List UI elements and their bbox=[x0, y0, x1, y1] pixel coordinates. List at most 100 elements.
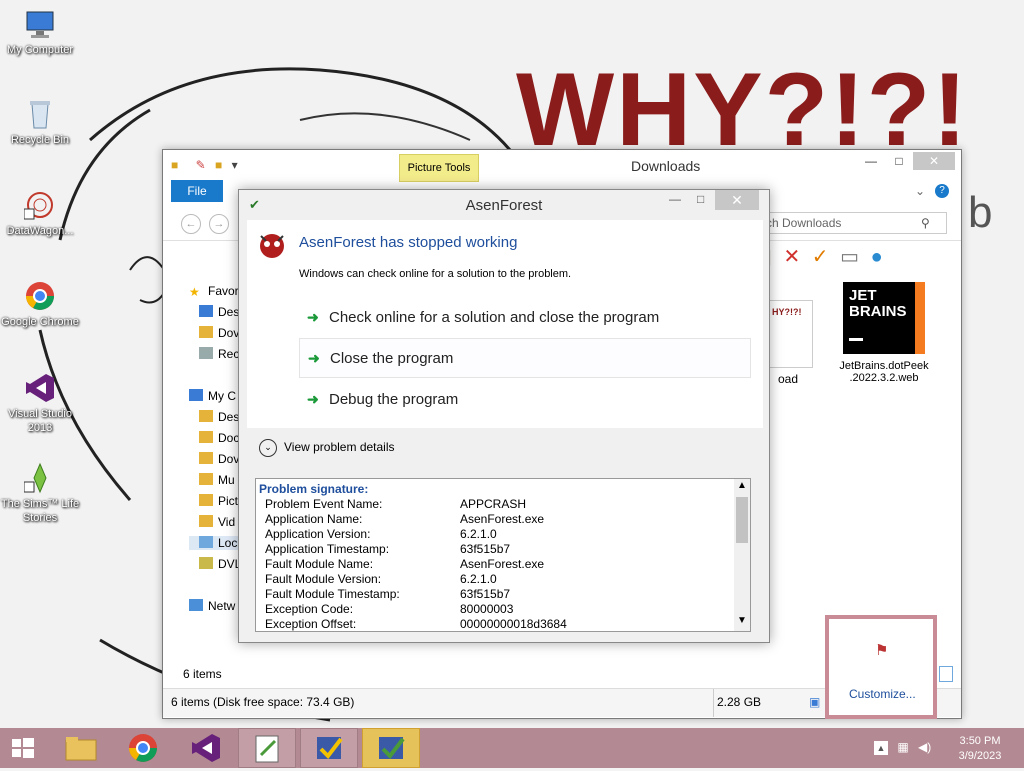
file-item[interactable]: JET BRAINS JetBrains.dotPeek .2022.3.2.w… bbox=[829, 278, 939, 384]
nav-desktop[interactable]: Des bbox=[199, 305, 239, 319]
minimize-button[interactable]: — bbox=[861, 152, 881, 170]
recycle-bin-icon bbox=[24, 98, 56, 130]
minimize-button[interactable]: — bbox=[669, 192, 681, 206]
wallpaper-headline: WHY?!?! bbox=[516, 52, 969, 168]
desktop-icon-visual-studio[interactable]: Visual Studio 2013 bbox=[0, 372, 80, 435]
nav-favorites[interactable]: ★ Favor bbox=[189, 284, 239, 299]
volume-icon[interactable]: ◀) bbox=[918, 740, 931, 754]
taskbar-file-explorer[interactable] bbox=[52, 728, 110, 768]
network-icon bbox=[189, 599, 203, 611]
signature-row: Application Version: 6.2.1.0 bbox=[265, 527, 497, 541]
nav-network[interactable]: Netw bbox=[189, 599, 235, 613]
folder-icon: ■ bbox=[171, 158, 179, 172]
details-view-icon[interactable] bbox=[939, 666, 953, 682]
explorer-title: Downloads bbox=[631, 158, 701, 174]
customize-link[interactable]: Customize... bbox=[849, 687, 916, 701]
nav-downloads[interactable]: Dov bbox=[199, 326, 239, 340]
desktop-icon-google-chrome[interactable]: Google Chrome bbox=[0, 280, 80, 329]
explorer-title-bar: ■ ✎ ■ ▾ Picture Tools Downloads — □ ✕ bbox=[163, 150, 961, 182]
app-check-icon bbox=[317, 737, 343, 760]
dialog-body: AsenForest has stopped working Windows c… bbox=[247, 220, 763, 428]
nav-pictures[interactable]: Pict bbox=[199, 494, 238, 508]
scroll-up-icon[interactable]: ▲ bbox=[737, 480, 747, 491]
desktop-icon-recycle-bin[interactable]: Recycle Bin bbox=[0, 98, 80, 147]
scrollbar-thumb[interactable] bbox=[736, 497, 748, 543]
taskbar-notepadpp[interactable] bbox=[238, 728, 296, 768]
start-button[interactable] bbox=[0, 728, 48, 768]
tray-overflow-popup: ⚑ Customize... bbox=[825, 615, 937, 719]
arrow-right-icon: ➜ bbox=[308, 350, 320, 366]
picture-tools-tab[interactable]: Picture Tools bbox=[399, 154, 479, 182]
visual-studio-icon bbox=[192, 734, 220, 762]
chrome-icon bbox=[24, 280, 56, 312]
desktop-icon-the-sims[interactable]: The Sims™ Life Stories bbox=[0, 462, 80, 525]
maximize-button[interactable]: □ bbox=[889, 152, 909, 170]
desktop-icon-datawagon[interactable]: DataWagon... bbox=[0, 189, 80, 238]
taskbar-asenforest-active[interactable] bbox=[362, 728, 420, 768]
show-hidden-icons-button[interactable]: ▲ bbox=[874, 741, 888, 755]
new-folder-icon[interactable]: ■ bbox=[215, 158, 222, 172]
debug-program-button[interactable]: ➜ Debug the program bbox=[299, 380, 749, 418]
taskbar-visual-studio[interactable] bbox=[176, 728, 234, 768]
taskbar-asenforest[interactable] bbox=[300, 728, 358, 768]
item-count: 6 items bbox=[183, 667, 222, 681]
view-details-toggle[interactable]: ⌄ View problem details bbox=[247, 428, 763, 466]
nav-documents[interactable]: Doc bbox=[199, 431, 239, 445]
taskbar-chrome[interactable] bbox=[114, 728, 172, 768]
close-button[interactable]: ✕ bbox=[913, 152, 955, 170]
network-icon[interactable]: ▦ bbox=[897, 740, 908, 754]
action-center-flag-icon[interactable]: ⚑ bbox=[875, 641, 888, 659]
nav-videos[interactable]: Vid bbox=[199, 515, 235, 529]
close-program-button[interactable]: ➜ Close the program bbox=[299, 338, 751, 378]
recent-icon bbox=[199, 347, 213, 359]
computer-icon bbox=[24, 8, 56, 40]
folder-icon bbox=[199, 515, 213, 527]
chrome-icon bbox=[129, 734, 157, 762]
nav-music[interactable]: Mu bbox=[199, 473, 235, 487]
chevron-down-icon[interactable]: ▾ bbox=[232, 158, 238, 172]
file-item[interactable]: HY?!?! oad bbox=[763, 300, 813, 386]
scrollbar[interactable]: ▲ ▼ bbox=[734, 479, 750, 631]
maximize-button[interactable]: □ bbox=[697, 192, 704, 206]
delete-icon[interactable]: ✕ bbox=[783, 246, 800, 268]
clock-date: 3/9/2023 bbox=[958, 750, 1002, 762]
signature-row: Exception Code: 80000003 bbox=[265, 602, 514, 616]
nav-c-downloads[interactable]: Dov bbox=[199, 452, 239, 466]
status-disk-space: 6 items (Disk free space: 73.4 GB) bbox=[171, 695, 355, 709]
desktop-icon-label: The Sims™ Life Stories bbox=[0, 498, 80, 524]
signature-row: Fault Module Timestamp: 63f515b7 bbox=[265, 587, 511, 601]
search-input[interactable]: ch Downloads bbox=[761, 212, 947, 234]
globe-icon[interactable]: ● bbox=[871, 246, 883, 268]
arrow-right-icon: ➜ bbox=[307, 391, 319, 407]
problem-signature-box[interactable]: Problem signature: Problem Event Name: AP… bbox=[255, 478, 751, 632]
properties-icon[interactable]: ✎ bbox=[196, 158, 206, 172]
desktop-icon-label: Google Chrome bbox=[1, 316, 79, 328]
drive-icon bbox=[199, 536, 213, 548]
signature-row: Exception Offset: 00000000018d3684 bbox=[265, 617, 567, 631]
scroll-down-icon[interactable]: ▼ bbox=[737, 615, 747, 626]
chevron-down-icon[interactable]: ⌄ bbox=[915, 184, 925, 198]
file-tab[interactable]: File bbox=[171, 180, 223, 202]
nav-c-desktop[interactable]: Des bbox=[199, 410, 239, 424]
back-button[interactable]: ← bbox=[181, 214, 201, 234]
close-button[interactable]: ✕ bbox=[715, 190, 759, 210]
clock[interactable]: 3:50 PM 3/9/2023 bbox=[950, 734, 1010, 764]
folder-icon bbox=[199, 431, 213, 443]
forward-button[interactable]: → bbox=[209, 214, 229, 234]
dialog-title-bar: ✔ AsenForest — □ ✕ bbox=[239, 190, 769, 220]
check-icon[interactable]: ✓ bbox=[812, 246, 829, 268]
nav-dvd[interactable]: DVL bbox=[199, 557, 241, 571]
dialog-heading: AsenForest has stopped working bbox=[299, 234, 518, 251]
nav-computer[interactable]: My C bbox=[189, 389, 236, 403]
folder-icon bbox=[199, 326, 213, 338]
check-online-button[interactable]: ➜ Check online for a solution and close t… bbox=[299, 298, 749, 336]
help-icon[interactable]: ? bbox=[935, 184, 949, 198]
quick-access-toolbar[interactable]: ■ ✎ ■ ▾ bbox=[171, 158, 238, 172]
arrow-right-icon: ➜ bbox=[307, 309, 319, 325]
sims-icon bbox=[23, 462, 56, 494]
rename-icon[interactable]: ▭ bbox=[840, 246, 859, 268]
desktop-icon-label: Recycle Bin bbox=[10, 134, 70, 146]
nav-recent[interactable]: Rec bbox=[199, 347, 239, 361]
desktop-icon-my-computer[interactable]: My Computer bbox=[0, 8, 80, 57]
file-label: JetBrains.dotPeek .2022.3.2.web bbox=[839, 360, 929, 384]
